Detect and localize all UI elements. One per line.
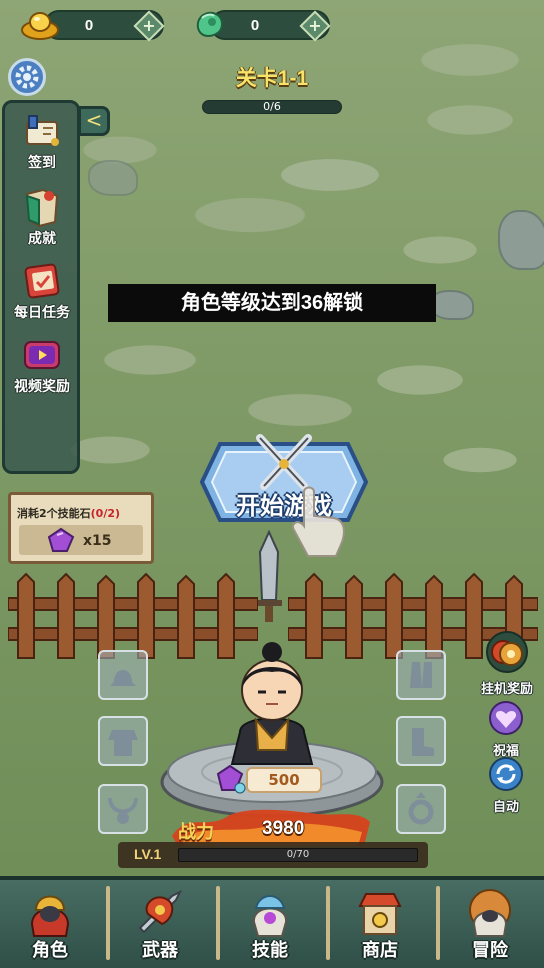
- exp-progress-bar: 0/70: [178, 848, 418, 862]
- nav-label: 技能: [252, 940, 288, 960]
- side-item-daily-task[interactable]: 每日任务: [4, 258, 80, 322]
- nav-weapon[interactable]: 武器: [110, 880, 210, 966]
- crossed-swords-icon: [256, 434, 312, 490]
- stage-progress-bar: 0/6: [202, 100, 342, 114]
- power-label: 战力: [178, 822, 214, 842]
- nav-label: 冒险: [472, 940, 508, 960]
- daily-task-icon: [24, 263, 60, 299]
- side-item-label: 每日任务: [14, 304, 70, 320]
- gold-ingot-icon: [21, 12, 59, 40]
- upgrade-cost-button[interactable]: 500: [246, 767, 322, 793]
- weapon-icon: [138, 889, 183, 934]
- chevron-left-icon: <: [85, 108, 103, 132]
- boots-slot[interactable]: [396, 716, 446, 766]
- settings-button[interactable]: [8, 58, 46, 96]
- level-label: LV.1: [134, 846, 162, 862]
- rock: [498, 210, 544, 270]
- ring-icon: [408, 792, 434, 825]
- exp-text: 0/70: [286, 849, 310, 860]
- skill-stone-panel[interactable]: 消耗2个技能石(0/2) x15: [8, 492, 154, 564]
- gold-currency-bar: 0 +: [44, 10, 165, 42]
- helmet-slot[interactable]: [98, 650, 148, 700]
- auto-label: 自动: [492, 799, 519, 814]
- nav-label: 商店: [362, 940, 398, 960]
- nav-label: 角色: [32, 940, 68, 960]
- auto-button[interactable]: 自动: [486, 756, 526, 815]
- ring-slot[interactable]: [396, 784, 446, 834]
- nav-shop[interactable]: 商店: [330, 880, 430, 966]
- rock: [88, 160, 138, 196]
- sign-in-scroll-icon: [26, 115, 59, 146]
- stage-progress-text: 0/6: [263, 100, 281, 113]
- power-value: 3980: [262, 818, 305, 839]
- idle-reward-label: 挂机奖励: [480, 681, 533, 696]
- hero-character[interactable]: [216, 640, 328, 770]
- blessing-button[interactable]: 祝福: [486, 700, 526, 759]
- necklace-icon: [108, 797, 138, 824]
- armor-slot[interactable]: [98, 716, 148, 766]
- skill-stone-icon: [47, 527, 75, 552]
- side-item-label: 签到: [28, 154, 56, 170]
- shop-icon: [358, 893, 402, 935]
- side-item-label: 视频奖励: [14, 378, 70, 394]
- side-item-label: 成就: [28, 230, 56, 246]
- skill-icon: [253, 895, 287, 937]
- adventure-icon: [469, 889, 511, 937]
- gloves-slot[interactable]: [396, 650, 446, 700]
- side-item-video-reward[interactable]: 视频奖励: [4, 332, 80, 396]
- side-item-sign-in[interactable]: 签到: [4, 108, 80, 172]
- necklace-slot[interactable]: [98, 784, 148, 834]
- nav-label: 武器: [142, 940, 178, 960]
- nav-skill[interactable]: 技能: [220, 880, 320, 966]
- side-item-achievement[interactable]: 成就: [4, 184, 80, 248]
- helmet-icon: [110, 670, 136, 686]
- tutorial-hand-icon: [292, 486, 345, 557]
- skill-stone-cost-progress: (0/2): [90, 507, 121, 520]
- blessing-heart-icon: [489, 701, 523, 735]
- auto-refresh-icon: [489, 757, 523, 791]
- character-icon: [30, 895, 70, 937]
- achievement-book-icon: [25, 188, 59, 228]
- skill-stone-row: [19, 525, 143, 555]
- armor-icon: [108, 730, 138, 756]
- rock: [430, 290, 474, 320]
- idle-reward-button[interactable]: 挂机奖励: [472, 630, 542, 697]
- jade-icon: [196, 11, 223, 37]
- unlock-tip-banner: 角色等级达到36解锁: [108, 284, 436, 322]
- idle-reward-coins-icon: [486, 631, 528, 673]
- skill-stone-cost-text: 消耗2个技能石(0/2): [17, 507, 121, 520]
- nav-character[interactable]: 角色: [0, 880, 100, 966]
- gloves-icon: [410, 662, 432, 688]
- stage-title: 关卡1-1: [235, 67, 309, 90]
- side-menu-collapse-button[interactable]: <: [78, 106, 110, 136]
- boots-icon: [412, 728, 434, 756]
- skill-stone-quantity: x15: [83, 533, 112, 549]
- gear-icon: [15, 65, 39, 89]
- nav-adventure[interactable]: 冒险: [440, 880, 540, 966]
- upgrade-stone-icon: [216, 764, 246, 794]
- video-reward-icon: [24, 341, 60, 369]
- sword-icon: [256, 530, 282, 622]
